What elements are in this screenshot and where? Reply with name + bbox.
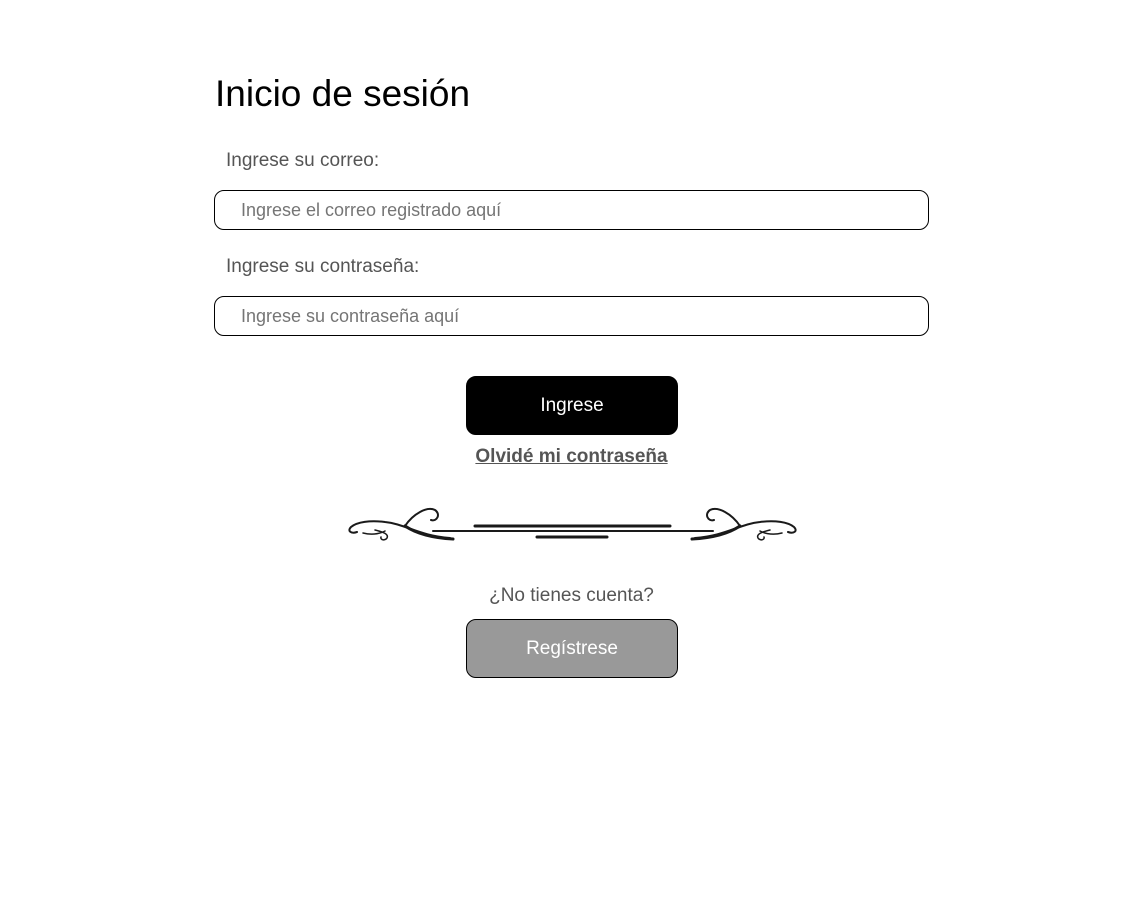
no-account-prompt: ¿No tienes cuenta? [489,585,654,606]
password-field[interactable] [214,296,929,336]
email-label: Ingrese su correo: [226,150,380,171]
ornamental-divider-icon [348,508,797,541]
page-title: Inicio de sesión [215,73,471,114]
login-button[interactable]: Ingrese [466,376,678,435]
register-button[interactable]: Regístrese [466,619,678,678]
password-label: Ingrese su contraseña: [226,256,420,277]
login-page: Inicio de sesión Ingrese su correo: Ingr… [0,0,1147,913]
email-field[interactable] [214,190,929,230]
forgot-password-link[interactable]: Olvidé mi contraseña [0,445,1143,469]
